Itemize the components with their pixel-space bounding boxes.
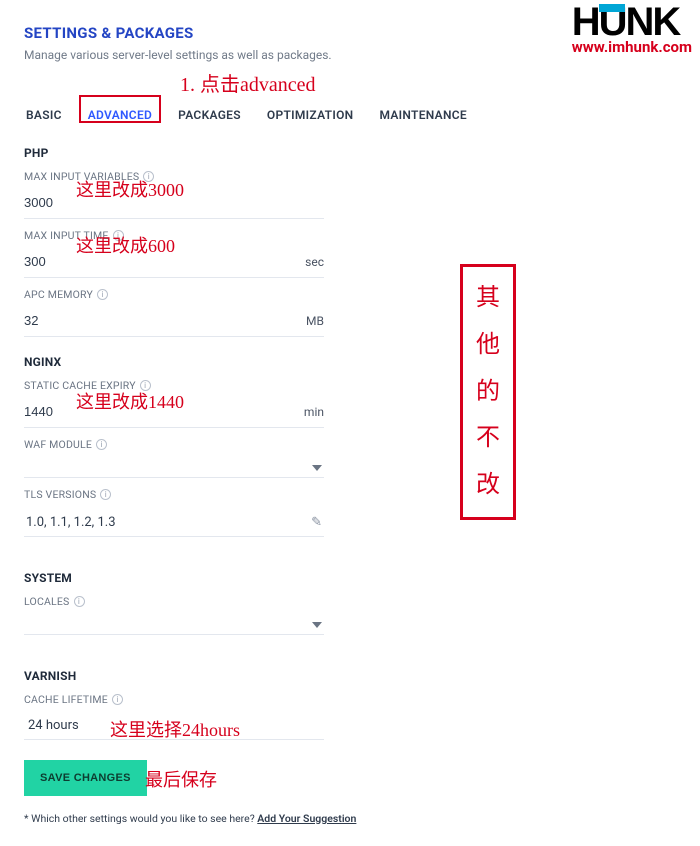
logo: HUNK www.imhunk.com	[572, 4, 692, 56]
info-icon[interactable]: i	[113, 230, 124, 241]
info-icon[interactable]: i	[97, 289, 108, 300]
section-php: PHP	[24, 146, 680, 160]
info-icon[interactable]: i	[112, 694, 123, 705]
save-button[interactable]: SAVE CHANGES	[24, 760, 147, 796]
label-max-input-time: MAX INPUT TIME i	[24, 229, 680, 242]
tab-optimization[interactable]: OPTIMIZATION	[265, 102, 356, 128]
label-tls: TLS VERSIONS i	[24, 488, 680, 501]
unit-mb: MB	[296, 314, 324, 328]
input-static-cache[interactable]	[24, 402, 286, 421]
tls-versions-row[interactable]: 1.0, 1.1, 1.2, 1.3 ✎	[24, 505, 324, 537]
label-locales: LOCALES i	[24, 595, 680, 608]
logo-url: www.imhunk.com	[572, 38, 692, 56]
section-varnish: VARNISH	[24, 669, 680, 683]
tab-advanced[interactable]: ADVANCED	[86, 102, 154, 128]
dropdown-locales[interactable]	[24, 612, 324, 635]
input-max-input-time[interactable]	[24, 252, 286, 271]
unit-min: min	[296, 405, 324, 419]
chevron-down-icon	[312, 622, 322, 628]
tab-maintenance[interactable]: MAINTENANCE	[377, 102, 469, 128]
tabs: BASIC ADVANCED PACKAGES OPTIMIZATION MAI…	[24, 102, 680, 128]
add-suggestion-link[interactable]: Add Your Suggestion	[257, 812, 356, 825]
label-cache-lifetime: CACHE LIFETIME i	[24, 693, 680, 706]
pencil-icon[interactable]: ✎	[311, 515, 322, 530]
section-system: SYSTEM	[24, 571, 680, 585]
tls-versions-value: 1.0, 1.1, 1.2, 1.3	[26, 515, 116, 530]
label-apc-memory: APC MEMORY i	[24, 288, 680, 301]
input-max-input-vars[interactable]	[24, 193, 324, 212]
label-waf: WAF MODULE i	[24, 438, 680, 451]
tab-basic[interactable]: BASIC	[24, 102, 64, 128]
label-max-input-vars: MAX INPUT VARIABLES i	[24, 170, 680, 183]
section-nginx: NGINX	[24, 355, 680, 369]
select-cache-lifetime[interactable]: 24 hours	[24, 710, 324, 740]
tab-packages[interactable]: PACKAGES	[176, 102, 243, 128]
info-icon[interactable]: i	[100, 489, 111, 500]
chevron-down-icon	[312, 465, 322, 471]
info-icon[interactable]: i	[74, 596, 85, 607]
logo-mark: HUNK	[572, 4, 692, 40]
footer-note: * Which other settings would you like to…	[24, 812, 680, 825]
input-apc-memory[interactable]	[24, 311, 286, 330]
unit-sec: sec	[296, 255, 324, 269]
dropdown-waf[interactable]	[24, 455, 324, 478]
info-icon[interactable]: i	[96, 439, 107, 450]
info-icon[interactable]: i	[143, 171, 154, 182]
info-icon[interactable]: i	[140, 380, 151, 391]
label-static-cache: STATIC CACHE EXPIRY i	[24, 379, 680, 392]
